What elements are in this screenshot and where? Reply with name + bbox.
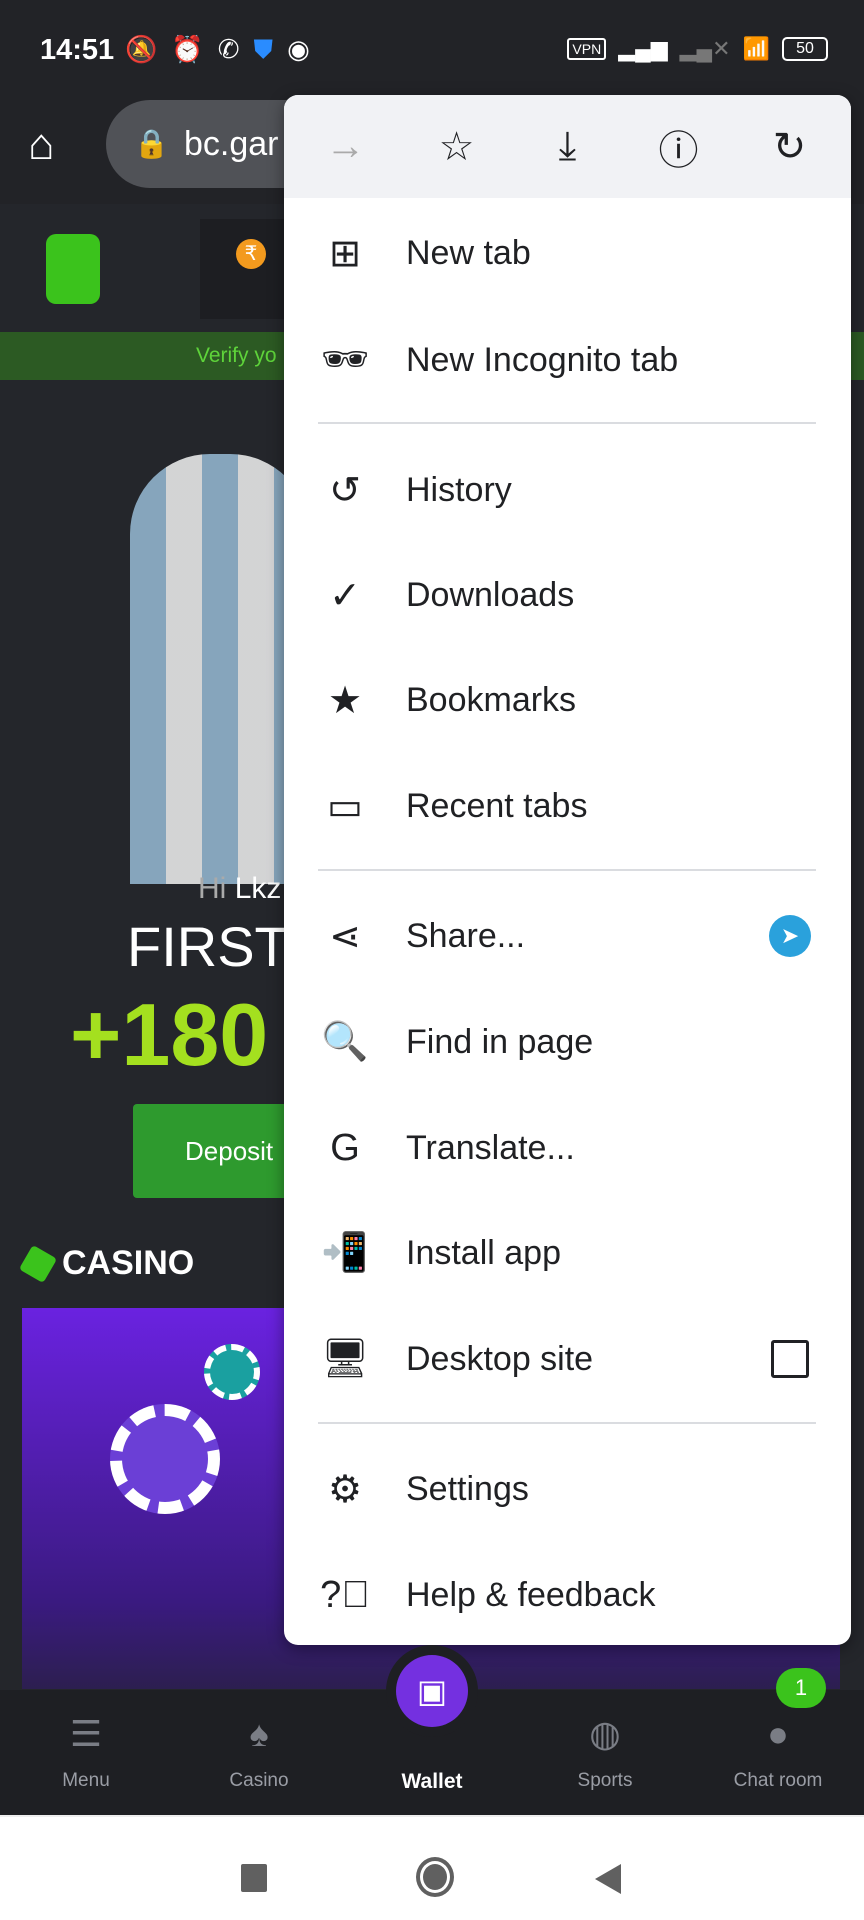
settings-icon: ⚙ bbox=[327, 1468, 363, 1511]
chrome-icon: ◉ bbox=[287, 34, 310, 64]
greeting: Hi Lkz bbox=[198, 872, 282, 905]
back-button[interactable] bbox=[595, 1864, 621, 1894]
menu-item-desktop-site[interactable]: 🖥 Desktop site bbox=[284, 1306, 851, 1412]
divider bbox=[318, 422, 816, 424]
basketball-icon: ◍ bbox=[589, 1713, 621, 1754]
nav-casino[interactable]: ♠ Casino bbox=[189, 1690, 329, 1792]
menu-item-new-incognito-tab[interactable]: 🕶 New Incognito tab bbox=[284, 307, 851, 413]
find-in-page-icon: 🔍 bbox=[321, 1021, 369, 1063]
chat-badge: 1 bbox=[776, 1668, 826, 1708]
desktop-icon: 🖥 bbox=[320, 1338, 370, 1380]
poker-chip-image bbox=[110, 1404, 220, 1514]
install-app-icon: 📲 bbox=[321, 1232, 369, 1274]
casino-cards-icon bbox=[18, 1244, 58, 1283]
signal-icon: ▂▄▆ bbox=[618, 36, 668, 61]
chrome-overflow-menu: → ☆ ⤓ ⓘ ↻ ⊞ New tab 🕶 New Incognito tab ↺ H… bbox=[284, 95, 851, 1645]
wallet-icon: ▣ bbox=[396, 1655, 468, 1727]
wallet-button[interactable]: ▣ bbox=[386, 1645, 478, 1737]
reload-icon[interactable]: ↻ bbox=[750, 124, 830, 170]
nav-sports[interactable]: ◍ Sports bbox=[535, 1690, 675, 1792]
player-image bbox=[130, 454, 310, 884]
rupee-icon[interactable]: ₹ bbox=[236, 239, 266, 269]
menu-toolbar: → ☆ ⤓ ⓘ ↻ bbox=[284, 95, 851, 198]
signal-off-icon: ▂▄✕ bbox=[679, 36, 731, 61]
menu-item-settings[interactable]: ⚙ Settings bbox=[284, 1436, 851, 1542]
incognito-icon: 🕶 bbox=[320, 339, 370, 381]
telegram-icon[interactable]: ➤ bbox=[769, 915, 811, 957]
menu-item-translate[interactable]: G Translate... bbox=[284, 1095, 851, 1201]
wifi-icon: 📶 bbox=[742, 36, 770, 61]
vpn-indicator: VPN bbox=[567, 38, 607, 60]
whatsapp-icon: ✆ bbox=[217, 34, 240, 64]
forward-icon[interactable]: → bbox=[306, 124, 386, 169]
menu-item-recent-tabs[interactable]: ▭ Recent tabs bbox=[284, 753, 851, 859]
desktop-site-checkbox[interactable] bbox=[771, 1340, 809, 1378]
download-icon[interactable]: ⤓ bbox=[528, 124, 608, 169]
nav-menu[interactable]: ☰ Menu bbox=[16, 1690, 156, 1792]
shield-icon: ⛊ bbox=[253, 34, 274, 64]
poker-chip-image bbox=[204, 1344, 260, 1400]
headline: FIRST bbox=[127, 915, 289, 978]
menu-item-history[interactable]: ↺ History bbox=[284, 437, 851, 543]
system-nav-bar bbox=[0, 1815, 864, 1920]
nav-chat-room[interactable]: ● Chat room 1 bbox=[708, 1668, 848, 1792]
alarm-icon: ⏰ bbox=[171, 34, 204, 64]
translate-icon: G bbox=[330, 1126, 360, 1169]
casino-section-title: CASINO bbox=[18, 1244, 194, 1283]
menu-item-share[interactable]: ⋖ Share... ➤ bbox=[284, 883, 851, 989]
home-button[interactable] bbox=[416, 1857, 454, 1897]
new-tab-icon: ⊞ bbox=[329, 232, 361, 275]
bookmark-star-icon[interactable]: ☆ bbox=[417, 124, 497, 170]
bottom-nav: ☰ Menu ♠ Casino Wallet ▣ ◍ Sports ● Chat roo… bbox=[0, 1645, 864, 1815]
recents-button[interactable] bbox=[241, 1864, 267, 1892]
url-text: bc.gar bbox=[184, 125, 279, 163]
share-icon: ⋖ bbox=[329, 915, 361, 958]
info-icon[interactable]: ⓘ bbox=[639, 118, 719, 176]
downloads-icon: ✓ bbox=[329, 574, 361, 617]
menu-item-install-app[interactable]: 📲 Install app bbox=[284, 1200, 851, 1306]
menu-item-new-tab[interactable]: ⊞ New tab bbox=[284, 200, 851, 306]
status-bar: 14:51 🔕 ⏰ ✆ ⛊ ◉ VPN ▂▄▆ ▂▄✕ 📶 50 bbox=[0, 0, 864, 100]
chat-icon: ● bbox=[767, 1713, 789, 1754]
menu-item-downloads[interactable]: ✓ Downloads bbox=[284, 542, 851, 648]
bcgame-logo[interactable] bbox=[46, 234, 100, 304]
casino-cards-icon: ♠ bbox=[249, 1713, 269, 1754]
hamburger-icon: ☰ bbox=[69, 1713, 103, 1754]
clock: 14:51 bbox=[40, 34, 115, 66]
menu-item-help-feedback[interactable]: ?⃝ Help & feedback bbox=[284, 1542, 851, 1645]
divider bbox=[318, 1422, 816, 1424]
recent-tabs-icon: ▭ bbox=[327, 785, 363, 828]
history-icon: ↺ bbox=[329, 469, 361, 512]
help-icon: ?⃝ bbox=[320, 1573, 370, 1616]
home-icon[interactable]: ⌂ bbox=[28, 120, 55, 170]
divider bbox=[318, 869, 816, 871]
bookmarks-icon: ★ bbox=[327, 679, 363, 722]
lock-icon: 🔒 bbox=[134, 128, 169, 159]
bonus-amount: +180 bbox=[70, 985, 269, 1084]
mute-bell-icon: 🔕 bbox=[125, 34, 158, 64]
battery-icon: 50 bbox=[782, 37, 828, 61]
menu-item-bookmarks[interactable]: ★ Bookmarks bbox=[284, 647, 851, 753]
menu-item-find-in-page[interactable]: 🔍 Find in page bbox=[284, 989, 851, 1095]
